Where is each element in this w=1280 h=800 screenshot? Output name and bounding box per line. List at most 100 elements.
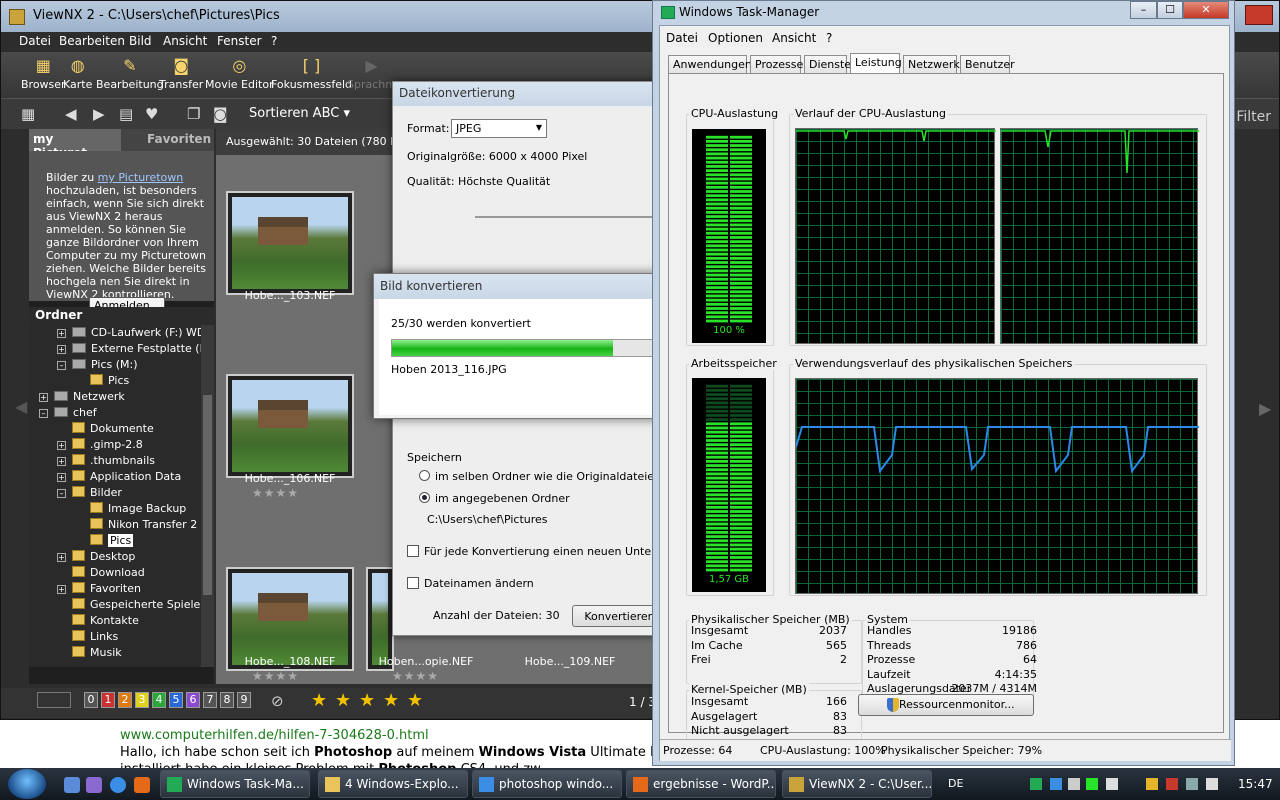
start-button[interactable] <box>8 769 46 799</box>
taskbar-task-4[interactable]: ViewNX 2 - C:\User... <box>782 770 932 798</box>
tree-item[interactable]: + Application Data <box>57 470 181 486</box>
rating-star-icon[interactable]: ★ <box>335 690 351 711</box>
grid-view-icon[interactable]: ▦ <box>21 105 35 123</box>
forward-arrow-icon[interactable]: ▶ <box>93 105 105 123</box>
tree-expander-icon[interactable]: + <box>39 393 48 402</box>
tree-item[interactable]: Dokumente <box>57 422 154 438</box>
volume-tray-icon[interactable] <box>1068 778 1080 790</box>
filter-label[interactable]: Filter <box>1236 109 1271 125</box>
task-manager-titlebar[interactable]: Windows Task-Manager – ☐ ✕ <box>653 1 1234 25</box>
minimize-button[interactable]: – <box>1130 1 1157 19</box>
tab-my-picturetown[interactable]: my Picturet... <box>29 129 121 160</box>
maximize-button[interactable]: ☐ <box>1157 1 1183 19</box>
tree-item[interactable]: + CD-Laufwerk (F:) WD <box>57 326 201 342</box>
tree-item[interactable]: + Favoriten <box>57 582 141 598</box>
tree-item[interactable]: Kontakte <box>57 614 139 630</box>
radio-same-folder[interactable]: im selben Ordner wie die Originaldateien <box>419 470 661 483</box>
folder-icon[interactable]: ▤ <box>119 105 133 123</box>
media-player-icon[interactable] <box>134 777 150 793</box>
tm-menu-1[interactable]: Optionen <box>708 31 763 45</box>
tree-item[interactable]: Image Backup <box>75 502 186 518</box>
network-tray-icon[interactable] <box>1050 778 1062 790</box>
tree-item[interactable]: Gespeicherte Spiele <box>57 598 200 614</box>
thumbnail-103[interactable] <box>226 191 354 295</box>
tm-tab-3[interactable]: Leistung <box>850 53 902 74</box>
tree-item[interactable]: Pics <box>75 374 129 390</box>
search-result-url[interactable]: www.computerhilfen.de/hilfen-7-304628-0.… <box>120 728 429 743</box>
tree-expander-icon[interactable]: – <box>57 361 66 370</box>
tree-expander-icon[interactable]: + <box>57 329 66 338</box>
close-button[interactable] <box>1245 5 1273 25</box>
menu-4[interactable]: Fenster <box>217 34 262 48</box>
label-8[interactable]: 8 <box>220 692 234 708</box>
task-manager-tray-icon[interactable] <box>1030 778 1042 790</box>
rating-star-icon[interactable]: ★ <box>407 690 423 711</box>
rating-stars[interactable]: ★★★★ <box>252 486 299 500</box>
tree-item[interactable]: Nikon Transfer 2 <box>75 518 197 534</box>
tree-expander-icon[interactable]: + <box>57 553 66 562</box>
language-indicator[interactable]: DE <box>948 777 963 790</box>
radio-specified-folder[interactable]: im angegebenen Ordner <box>419 492 570 505</box>
menu-5[interactable]: ? <box>271 34 277 48</box>
camera-icon[interactable]: ◙ <box>213 105 228 123</box>
tm-tab-0[interactable]: Anwendungen <box>668 55 752 73</box>
tree-expander-icon[interactable]: + <box>57 441 66 450</box>
window-icon[interactable]: ❐ <box>187 105 200 123</box>
label-3[interactable]: 3 <box>135 692 149 708</box>
toolbar-button-1[interactable]: ◍ Karte <box>63 56 92 91</box>
label-7[interactable]: 7 <box>203 692 217 708</box>
picturetown-link[interactable]: my Picturetown <box>98 171 184 184</box>
tree-item[interactable]: Download <box>57 566 145 582</box>
switch-windows-icon[interactable] <box>86 777 102 793</box>
tree-item[interactable]: – chef <box>39 406 97 422</box>
tm-tab-5[interactable]: Benutzer <box>960 55 1015 73</box>
tree-item[interactable]: + Desktop <box>57 550 135 566</box>
tree-item[interactable]: Links <box>57 630 118 646</box>
checkbox-subfolder[interactable]: Für jede Konvertierung einen neuen Unter… <box>407 545 687 558</box>
quality-slider[interactable] <box>475 216 653 218</box>
rating-stars[interactable]: ★★★★ <box>392 669 439 683</box>
view-toggle-icon[interactable] <box>37 692 71 708</box>
tab-favoriten[interactable]: Favoriten <box>147 132 211 146</box>
format-select[interactable]: JPEG <box>451 119 547 138</box>
show-desktop-icon[interactable] <box>64 777 80 793</box>
tree-expander-icon[interactable]: + <box>57 345 66 354</box>
tray-icon[interactable] <box>1106 778 1118 790</box>
tm-tab-2[interactable]: Dienste <box>804 55 851 73</box>
label-1[interactable]: 1 <box>101 692 115 708</box>
rating-star-icon[interactable]: ★ <box>359 690 375 711</box>
label-4[interactable]: 4 <box>152 692 166 708</box>
thumbnail-106[interactable] <box>226 374 354 478</box>
toolbar-button-3[interactable]: ◙ Transfer <box>159 56 203 91</box>
tm-menu-0[interactable]: Datei <box>666 31 698 45</box>
label-2[interactable]: 2 <box>118 692 132 708</box>
menu-1[interactable]: Bearbeiten <box>59 34 125 48</box>
tm-menu-3[interactable]: ? <box>826 31 832 45</box>
tree-item[interactable]: + .thumbnails <box>57 454 155 470</box>
left-panel-arrow-icon[interactable]: ◀ <box>15 397 27 416</box>
checkbox-rename[interactable]: Dateinamen ändern <box>407 577 534 590</box>
tray-icon[interactable] <box>1146 778 1158 790</box>
toolbar-button-2[interactable]: ✎ Bearbeitung <box>96 56 164 91</box>
menu-2[interactable]: Bild <box>129 34 152 48</box>
folder-tree-scroll-thumb[interactable] <box>203 395 212 595</box>
label-5[interactable]: 5 <box>169 692 183 708</box>
back-arrow-icon[interactable]: ◀ <box>65 105 77 123</box>
tree-item[interactable]: – Bilder <box>57 486 122 502</box>
tree-expander-icon[interactable]: – <box>39 409 48 418</box>
label-6[interactable]: 6 <box>186 692 200 708</box>
tray-icon[interactable] <box>1166 778 1178 790</box>
ressourcenmonitor-button[interactable]: Ressourcenmonitor... <box>858 694 1034 716</box>
tree-item[interactable]: Musik <box>57 646 122 662</box>
taskbar-task-1[interactable]: 4 Windows-Explo... <box>318 770 468 798</box>
reject-icon[interactable]: ⊘ <box>271 692 284 710</box>
taskbar-task-3[interactable]: ergebnisse - WordP... <box>626 770 776 798</box>
tree-expander-icon[interactable]: – <box>57 489 66 498</box>
toolbar-button-4[interactable]: ◎ Movie Editor <box>205 56 274 91</box>
status-tray-icon[interactable] <box>1086 778 1098 790</box>
rating-stars[interactable]: ★★★★ <box>252 669 299 683</box>
menu-0[interactable]: Datei <box>19 34 51 48</box>
toolbar-button-0[interactable]: ▦ Browser <box>21 56 66 91</box>
toolbar-button-5[interactable]: [ ] Fokusmessfeld <box>271 56 352 91</box>
rating-star-icon[interactable]: ★ <box>383 690 399 711</box>
